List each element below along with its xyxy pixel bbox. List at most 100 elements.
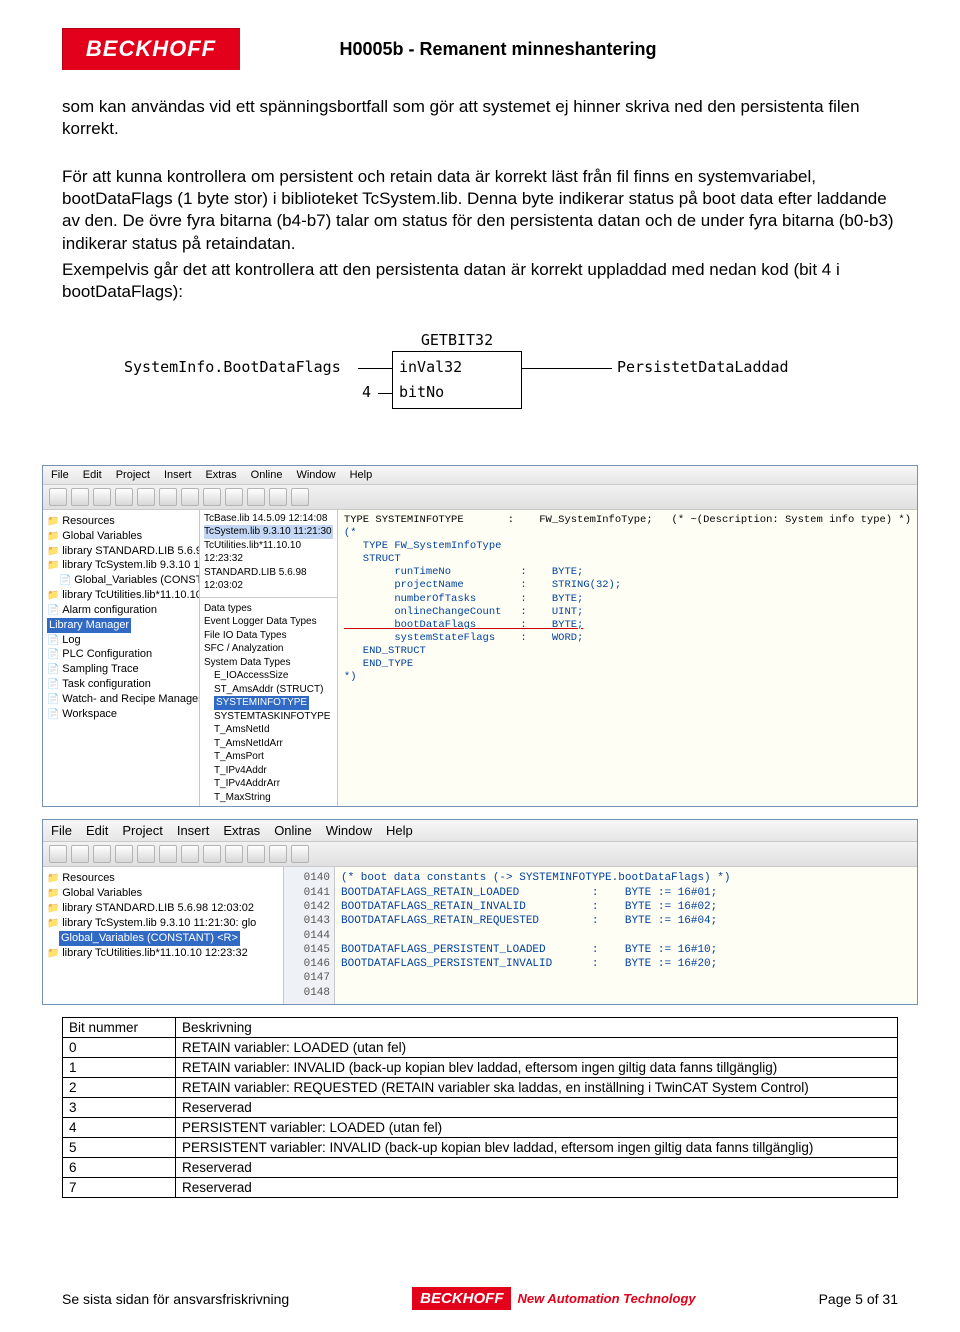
fb-port-in2: bitNo [399, 383, 444, 401]
resource-tree[interactable]: Resources Global Variables library STAND… [43, 867, 284, 1004]
lib-item[interactable]: STANDARD.LIB 5.6.98 12:03:02 [204, 566, 333, 593]
page-title: H0005b - Remanent minneshantering [98, 39, 898, 60]
toolbar-button[interactable] [181, 488, 199, 506]
toolbar-button[interactable] [203, 488, 221, 506]
tree-item[interactable]: PLC Configuration [47, 647, 195, 662]
type-group[interactable]: File IO Data Types [204, 629, 333, 643]
menu-item[interactable]: Insert [164, 469, 192, 481]
toolbar-button[interactable] [93, 488, 111, 506]
lib-item[interactable]: TcBase.lib 14.5.09 12:14:08 [204, 512, 333, 526]
type-group[interactable]: Event Logger Data Types [204, 615, 333, 629]
tree-item[interactable]: Sampling Trace [47, 662, 195, 677]
tree-item[interactable]: Log [47, 633, 195, 648]
fb-input-var-1: SystemInfo.BootDataFlags [124, 358, 341, 376]
type-item[interactable]: T_AmsPort [204, 750, 333, 764]
tree-item[interactable]: Watch- and Recipe Manager [47, 692, 195, 707]
tree-item[interactable]: library STANDARD.LIB 5.6.98 12:03:02 [47, 901, 279, 916]
toolbar-button[interactable] [291, 845, 309, 863]
code-pane: TYPE SYSTEMINFOTYPE : FW_SystemInfoType;… [338, 510, 917, 807]
type-item-selected[interactable]: SYSTEMINFOTYPE [214, 696, 309, 710]
table-row: 7Reserverad [63, 1178, 898, 1198]
tree-item[interactable]: library TcSystem.lib 9.3.10 11:21:30: gl… [47, 558, 195, 573]
type-item[interactable]: T_AmsNetId [204, 723, 333, 737]
toolbar-button[interactable] [115, 488, 133, 506]
toolbar-button[interactable] [159, 845, 177, 863]
toolbar-button[interactable] [137, 488, 155, 506]
type-group[interactable]: SFC / Analyzation [204, 642, 333, 656]
toolbar-button[interactable] [225, 488, 243, 506]
toolbar-button[interactable] [159, 488, 177, 506]
table-header: Bit nummer [63, 1018, 176, 1038]
resource-tree[interactable]: Resources Global Variables library STAND… [43, 510, 200, 807]
toolbar-button[interactable] [115, 845, 133, 863]
tree-item[interactable]: Global Variables [47, 886, 279, 901]
type-group[interactable]: System Data Types [204, 656, 333, 670]
menu-item[interactable]: Extras [223, 823, 260, 838]
type-item[interactable]: T_MaxString [204, 791, 333, 805]
type-item[interactable]: SYSTEMTASKINFOTYPE [204, 710, 333, 724]
tree-root[interactable]: Resources [47, 514, 195, 529]
lib-item[interactable]: TcUtilities.lib*11.10.10 12:23:32 [204, 539, 333, 566]
menu-item[interactable]: Extras [205, 469, 236, 481]
menu-item[interactable]: File [51, 823, 72, 838]
menu-item[interactable]: Project [116, 469, 150, 481]
type-item[interactable]: E_IOAccessSize [204, 669, 333, 683]
menu-item[interactable]: Help [350, 469, 373, 481]
type-group[interactable]: Data types [204, 602, 333, 616]
toolbar-button[interactable] [71, 488, 89, 506]
menu-item[interactable]: Online [274, 823, 312, 838]
type-item[interactable]: T_IPv4Addr [204, 764, 333, 778]
toolbar-button[interactable] [71, 845, 89, 863]
tree-item[interactable]: Global Variables [47, 529, 195, 544]
menu-item[interactable]: Insert [177, 823, 210, 838]
library-list[interactable]: TcBase.lib 14.5.09 12:14:08 TcSystem.lib… [200, 510, 338, 807]
toolbar-button[interactable] [203, 845, 221, 863]
type-item[interactable]: ST_AmsAddr (STRUCT) [204, 683, 333, 697]
toolbar-button[interactable] [137, 845, 155, 863]
menu-item[interactable]: Online [251, 469, 283, 481]
menu-item[interactable]: Project [122, 823, 162, 838]
menubar: File Edit Project Insert Extras Online W… [43, 466, 917, 485]
toolbar-button[interactable] [269, 488, 287, 506]
menubar: File Edit Project Insert Extras Online W… [43, 820, 917, 842]
function-block-diagram: GETBIT32 SystemInfo.BootDataFlags 4 inVa… [62, 333, 898, 443]
fb-port-in1: inVal32 [399, 358, 462, 376]
table-row: 5PERSISTENT variabler: INVALID (back-up … [63, 1138, 898, 1158]
toolbar-button[interactable] [93, 845, 111, 863]
toolbar [43, 842, 917, 867]
tree-item-selected[interactable]: Library Manager [47, 618, 131, 633]
code-pane: (* boot data constants (-> SYSTEMINFOTYP… [335, 867, 917, 1004]
tree-item-selected[interactable]: Global_Variables (CONSTANT) <R> [59, 931, 240, 946]
toolbar-button[interactable] [225, 845, 243, 863]
menu-item[interactable]: Window [326, 823, 372, 838]
tree-item[interactable]: library TcUtilities.lib*11.10.10 12:23:3… [47, 588, 195, 603]
toolbar-button[interactable] [291, 488, 309, 506]
toolbar-button[interactable] [247, 845, 265, 863]
menu-item[interactable]: Edit [83, 469, 102, 481]
toolbar-button[interactable] [49, 845, 67, 863]
menu-item[interactable]: File [51, 469, 69, 481]
tree-item[interactable]: library TcSystem.lib 9.3.10 11:21:30: gl… [47, 916, 279, 931]
tree-item[interactable]: Workspace [47, 707, 195, 722]
type-item[interactable]: T_IPv4AddrArr [204, 777, 333, 791]
toolbar-button[interactable] [269, 845, 287, 863]
menu-item[interactable]: Help [386, 823, 413, 838]
type-item[interactable]: T_AmsNetIdArr [204, 737, 333, 751]
tree-item[interactable]: Alarm configuration [47, 603, 195, 618]
tree-item[interactable]: library TcUtilities.lib*11.10.10 12:23:3… [47, 946, 279, 961]
table-row: 1RETAIN variabler: INVALID (back-up kopi… [63, 1058, 898, 1078]
table-row: 6Reserverad [63, 1158, 898, 1178]
menu-item[interactable]: Edit [86, 823, 108, 838]
tree-root[interactable]: Resources [47, 871, 279, 886]
line-number-gutter: 0140 0141 0142 0143 0144 0145 0146 0147 … [284, 867, 335, 1004]
ide-screenshot-2: File Edit Project Insert Extras Online W… [42, 819, 918, 1005]
menu-item[interactable]: Window [296, 469, 335, 481]
toolbar-button[interactable] [181, 845, 199, 863]
toolbar-button[interactable] [49, 488, 67, 506]
tree-item[interactable]: Task configuration [47, 677, 195, 692]
toolbar-button[interactable] [247, 488, 265, 506]
tree-item[interactable]: library STANDARD.LIB 5.6.98 12:03:02 [47, 544, 195, 559]
lib-item[interactable]: TcSystem.lib 9.3.10 11:21:30 [204, 525, 333, 539]
table-row: 2RETAIN variabler: REQUESTED (RETAIN var… [63, 1078, 898, 1098]
tree-item[interactable]: Global_Variables (CONSTANT) <R> [47, 573, 195, 588]
